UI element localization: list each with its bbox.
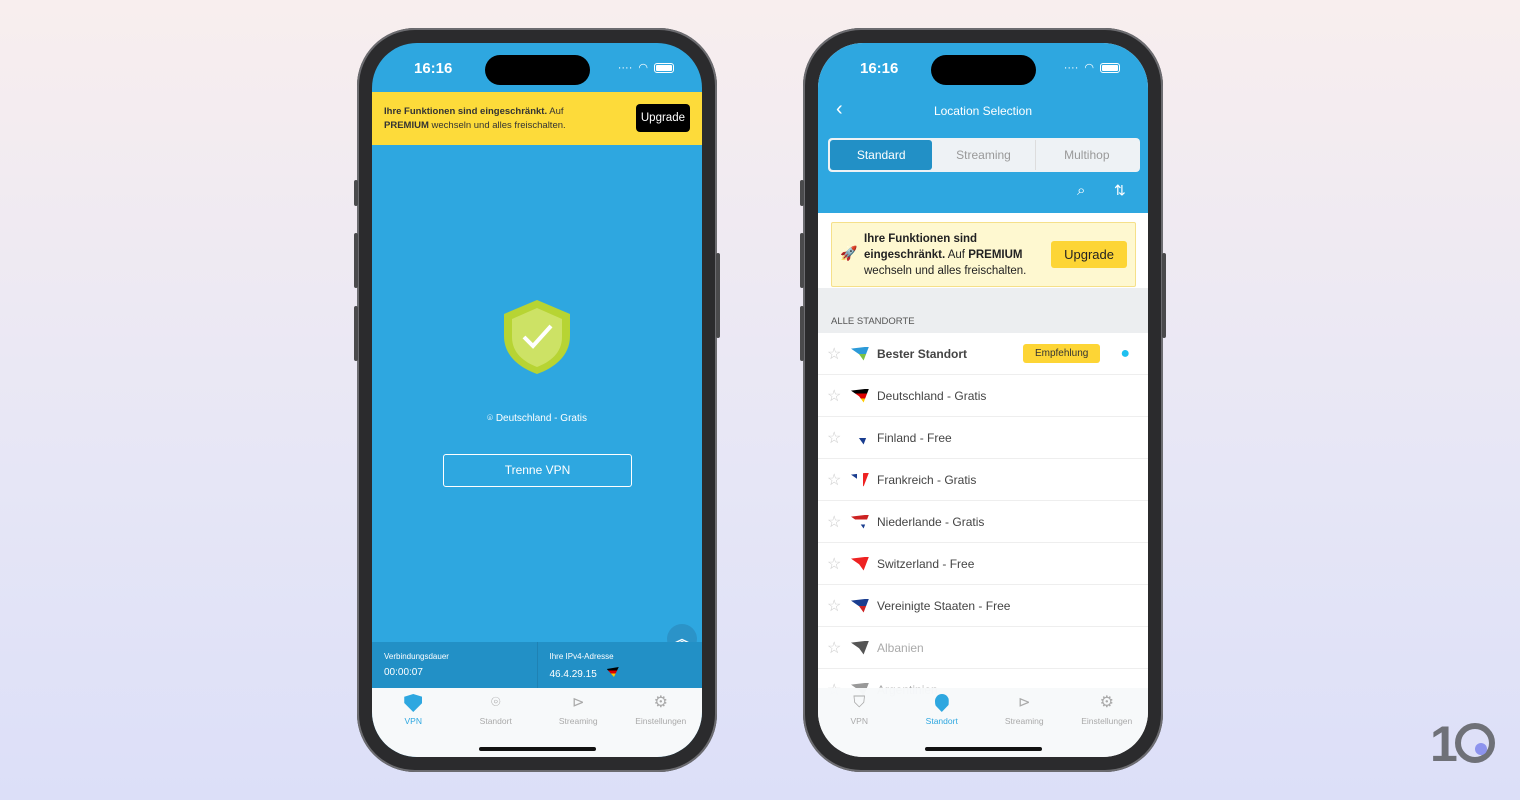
- flag-icon: [851, 556, 869, 571]
- location-pin-icon: ●: [1120, 344, 1130, 362]
- phone-right: 16:16 ···· ◠ ‹ Location Selection Standar…: [800, 28, 1166, 772]
- location-row[interactable]: ☆ Finland - Free: [818, 417, 1148, 459]
- sort-icon[interactable]: ⇅: [1114, 182, 1126, 199]
- vpn-screen: 16:16 ···· ◠ Ihre Funktionen sind eingesc…: [372, 43, 702, 757]
- location-name: Deutschland - Gratis: [877, 388, 987, 403]
- search-icon[interactable]: ⌕: [1077, 182, 1085, 199]
- location-row[interactable]: ☆ Switzerland - Free: [818, 543, 1148, 585]
- tab-vpn[interactable]: ⛉ VPN: [818, 688, 901, 757]
- flag-icon: [851, 472, 869, 487]
- flag-icon: [851, 388, 869, 403]
- segment-control: Standard Streaming Multihop: [828, 138, 1140, 172]
- location-name: Finland - Free: [877, 430, 952, 445]
- location-row[interactable]: ☆ Frankreich - Gratis: [818, 459, 1148, 501]
- location-pin-icon: ⌾: [490, 694, 501, 711]
- location-name: Bester Standort: [877, 346, 968, 361]
- tab-einstellungen[interactable]: ⚙ Einstellungen: [1066, 688, 1149, 757]
- gear-icon: ⚙: [653, 694, 668, 711]
- status-time: 16:16: [860, 60, 899, 77]
- segment-streaming[interactable]: Streaming: [932, 140, 1036, 170]
- location-row[interactable]: ☆ Deutschland - Gratis: [818, 375, 1148, 417]
- location-name: Vereinigte Staaten - Free: [877, 598, 1011, 613]
- page-title: Location Selection: [933, 104, 1033, 118]
- flag-icon: [851, 430, 869, 445]
- wifi-icon: ◠: [1084, 62, 1094, 74]
- tab-vpn[interactable]: VPN: [372, 688, 455, 757]
- premium-banner: 🚀 Ihre Funktionen sind eingeschränkt. Au…: [831, 222, 1136, 287]
- disconnect-button[interactable]: Trenne VPN: [443, 454, 632, 487]
- shield-check-icon: [504, 300, 570, 374]
- location-name: Albanien: [877, 640, 924, 655]
- brand-logo: 1: [1430, 716, 1495, 772]
- tab-einstellungen[interactable]: ⚙ Einstellungen: [620, 688, 703, 757]
- favorite-star-icon[interactable]: ☆: [827, 470, 843, 490]
- recommendation-badge: Empfehlung: [1022, 344, 1101, 363]
- location-name: Niederlande - Gratis: [877, 514, 985, 529]
- location-name: Switzerland - Free: [877, 556, 975, 571]
- segment-multihop[interactable]: Multihop: [1036, 140, 1138, 170]
- favorite-star-icon[interactable]: ☆: [827, 428, 843, 448]
- play-icon: ⊳: [1017, 694, 1031, 711]
- favorite-star-icon[interactable]: ☆: [827, 638, 843, 658]
- battery-icon: [1100, 62, 1120, 73]
- phone-left: 16:16 ···· ◠ Ihre Funktionen sind eingesc…: [354, 28, 720, 772]
- connection-info: Verbindungsdauer 00:00:07 Ihre IPv4-Adres…: [372, 642, 702, 688]
- shield-icon: ⛉: [853, 694, 866, 711]
- location-row[interactable]: ☆ Bester Standort Empfehlung ●: [818, 333, 1148, 375]
- location-screen: 16:16 ···· ◠ ‹ Location Selection Standar…: [818, 43, 1148, 757]
- favorite-star-icon[interactable]: ☆: [827, 344, 843, 364]
- flag-icon: [851, 640, 869, 655]
- flag-icon: [851, 346, 869, 361]
- location-row[interactable]: ☆ Vereinigte Staaten - Free: [818, 585, 1148, 627]
- location-pin-icon: ⌾: [487, 413, 496, 424]
- favorite-star-icon[interactable]: ☆: [827, 554, 843, 574]
- section-header: ALLE STANDORTE: [818, 288, 1148, 333]
- current-location: ⌾ Deutschland - Gratis: [487, 413, 587, 424]
- flag-icon: [851, 514, 869, 529]
- location-row[interactable]: ☆ Albanien: [818, 627, 1148, 669]
- location-name: Frankreich - Gratis: [877, 472, 977, 487]
- segment-standard[interactable]: Standard: [830, 140, 933, 170]
- flag-icon: [851, 598, 869, 613]
- location-row[interactable]: ☆ Niederlande - Gratis: [818, 501, 1148, 543]
- upgrade-button[interactable]: Upgrade: [635, 104, 690, 132]
- wifi-icon: ◠: [638, 62, 648, 74]
- rocket-icon: 🚀: [840, 245, 858, 261]
- play-icon: ⊳: [571, 694, 585, 711]
- shield-icon: [404, 694, 423, 712]
- upgrade-button[interactable]: Upgrade: [1051, 241, 1127, 268]
- location-pin-icon: [934, 694, 949, 712]
- battery-icon: [654, 62, 674, 73]
- status-icons: ···· ◠: [618, 61, 674, 74]
- favorite-star-icon[interactable]: ☆: [827, 386, 843, 406]
- favorite-star-icon[interactable]: ☆: [827, 512, 843, 532]
- status-icons: ···· ◠: [1064, 61, 1120, 74]
- status-time: 16:16: [414, 60, 453, 77]
- premium-banner: Ihre Funktionen sind eingeschränkt. Auf …: [372, 92, 702, 145]
- favorite-star-icon[interactable]: ☆: [827, 596, 843, 616]
- germany-flag-icon: [606, 667, 619, 677]
- gear-icon: ⚙: [1099, 694, 1114, 711]
